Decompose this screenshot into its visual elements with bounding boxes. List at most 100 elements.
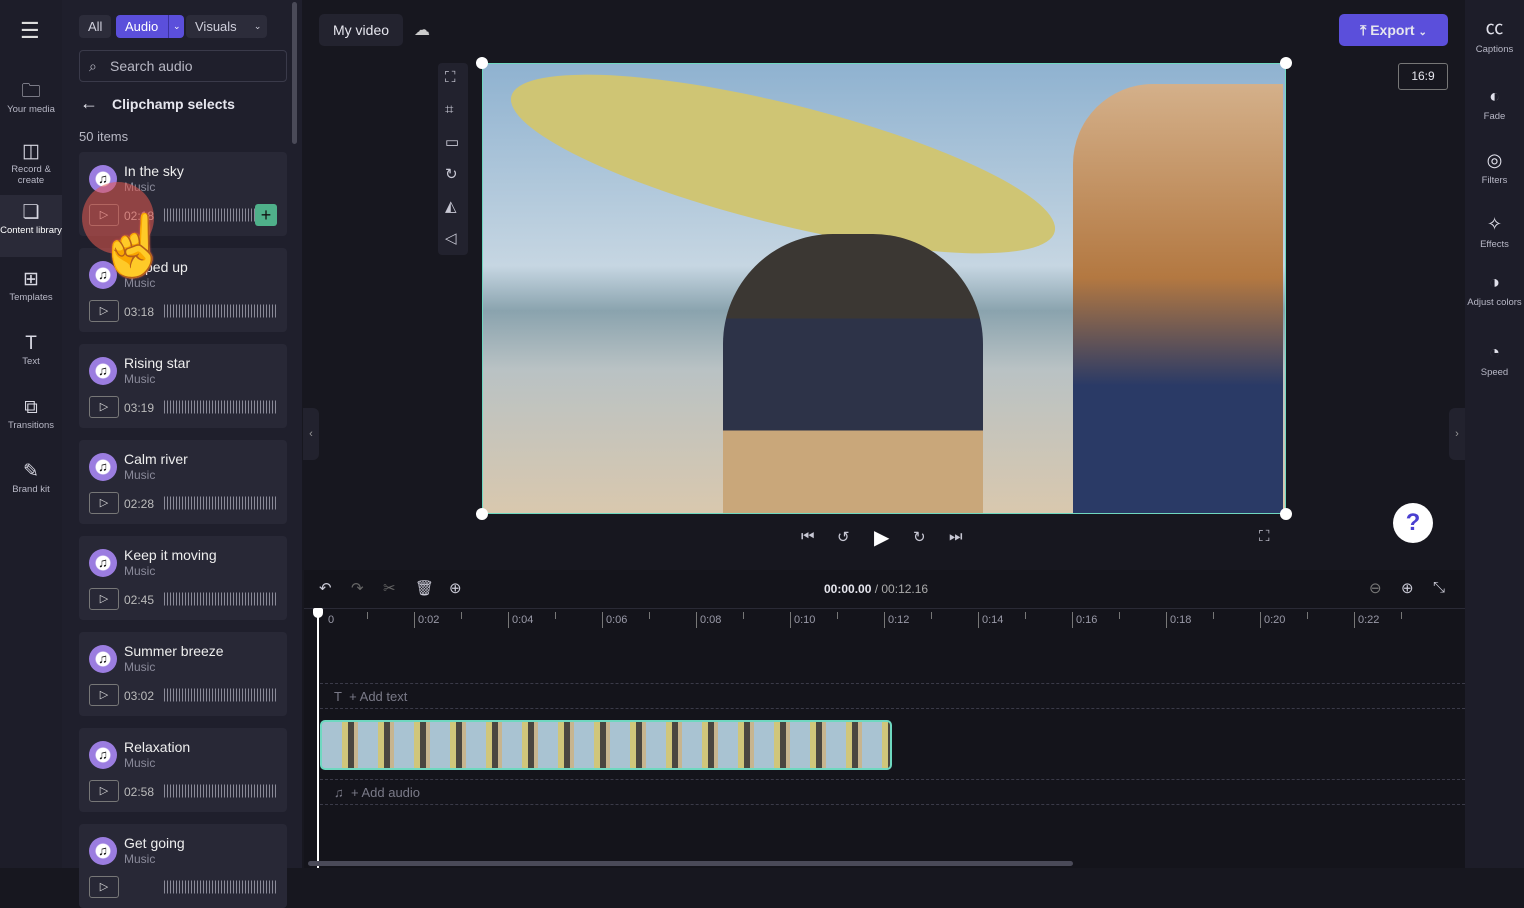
add-to-timeline-button[interactable]: + xyxy=(255,204,277,226)
music-note-icon: ♫ xyxy=(334,785,351,800)
rotate-icon[interactable]: ↻ xyxy=(445,165,458,183)
pip-icon[interactable]: ▭ xyxy=(445,133,459,151)
hand-cursor-icon: ☝ xyxy=(96,212,171,279)
play-button[interactable]: ▷ xyxy=(89,876,119,898)
ruler-minor-tick xyxy=(743,612,744,619)
project-title[interactable]: My video xyxy=(319,14,404,46)
search-input[interactable]: ⌕ Search audio xyxy=(79,50,287,82)
skip-forward-icon[interactable]: ⏭ xyxy=(949,528,963,545)
resize-handle[interactable] xyxy=(1280,57,1292,69)
scrollbar[interactable] xyxy=(292,2,297,144)
play-button[interactable]: ▷ xyxy=(89,492,119,514)
waveform xyxy=(164,492,276,514)
upload-icon: ⤒ xyxy=(1360,22,1371,38)
tool-adjust-colors[interactable]: ◑ Adjust colors xyxy=(1465,272,1524,308)
item-count: 50 items xyxy=(79,129,129,144)
chevron-down-icon[interactable]: ⌄ xyxy=(168,15,184,38)
audio-item[interactable]: ♫ Relaxation Music ▷ 02:58 xyxy=(79,728,287,812)
nav-item-content-library[interactable]: ❏ Content library xyxy=(0,195,62,257)
audio-item[interactable]: ♫ Summer breeze Music ▷ 03:02 xyxy=(79,632,287,716)
forward-5-icon[interactable]: ↻ xyxy=(913,528,926,546)
split-icon[interactable]: ✂ xyxy=(383,579,396,597)
fit-timeline-icon[interactable]: ⤡ xyxy=(1433,579,1445,596)
nav-item-record-create[interactable]: ◫ Record & create xyxy=(0,134,62,196)
play-button[interactable]: ▷ xyxy=(89,396,119,418)
add-audio: + Add audio xyxy=(350,785,421,800)
nav-item-templates[interactable]: ⊞ Templates xyxy=(0,262,62,324)
nav-item-transitions[interactable]: ⧉ Transitions xyxy=(0,390,62,452)
playhead[interactable] xyxy=(313,608,323,868)
aspect-ratio-button[interactable]: 16:9 xyxy=(1398,63,1448,90)
tool-fade[interactable]: ◐ Fade xyxy=(1465,86,1524,122)
video-preview[interactable] xyxy=(482,63,1286,514)
music-disc-icon: ♫ xyxy=(89,837,117,865)
tool-speed[interactable]: ◔ Speed xyxy=(1465,342,1524,378)
ruler-tick: 0:06 xyxy=(602,612,627,628)
nav-label: Record & create xyxy=(11,164,51,186)
filter-audio[interactable]: Audio ⌄ xyxy=(116,15,185,38)
nav-item-text[interactable]: T Text xyxy=(0,326,62,388)
audio-item[interactable]: ♫ Calm river Music ▷ 02:28 xyxy=(79,440,287,524)
waveform xyxy=(164,588,276,610)
add-media-icon[interactable]: ⊕ xyxy=(449,579,462,597)
add-text: + Add text xyxy=(349,689,408,704)
chevron-down-icon[interactable]: ⌄ xyxy=(249,15,267,38)
filter-visuals[interactable]: Visuals ⌄ xyxy=(186,15,267,38)
panel-collapse-button[interactable]: ‹ xyxy=(303,408,319,460)
ruler-tick: 0:20 xyxy=(1260,612,1285,628)
horizontal-scrollbar[interactable] xyxy=(308,861,1073,866)
undo-icon[interactable]: ↶ xyxy=(319,579,332,597)
ruler-tick: 0:08 xyxy=(696,612,721,628)
back-arrow-icon[interactable]: ← xyxy=(80,93,98,114)
resize-handle[interactable] xyxy=(1280,508,1292,520)
waveform xyxy=(164,876,276,898)
audio-item[interactable]: ♫ Rising star Music ▷ 03:19 xyxy=(79,344,287,428)
redo-icon[interactable]: ↷ xyxy=(351,579,364,597)
waveform xyxy=(164,300,276,322)
tool-captions[interactable]: ㏄ Captions xyxy=(1465,14,1524,55)
resize-handle[interactable] xyxy=(476,508,488,520)
play-button[interactable]: ▷ xyxy=(89,300,119,322)
play-button[interactable]: ▷ xyxy=(89,780,119,802)
audio-duration: 03:02 xyxy=(124,689,155,703)
play-icon[interactable]: ▶ xyxy=(874,525,889,550)
filter-all[interactable]: All xyxy=(79,15,112,38)
left-nav: ☰ 🗀 Your media ◫ Record & create ❏ Content li… xyxy=(0,0,62,868)
export-button[interactable]: ⤒ Export ⌄ xyxy=(1339,14,1448,46)
delete-icon[interactable]: 🗑 xyxy=(415,579,434,597)
skip-back-icon[interactable]: ⏮ xyxy=(801,528,815,545)
music-disc-icon: ♫ xyxy=(89,549,117,577)
audio-duration: 02:58 xyxy=(124,785,155,799)
menu-icon[interactable]: ☰ xyxy=(20,18,40,44)
zoom-in-icon[interactable]: ⊕ xyxy=(1401,579,1414,597)
search-icon: ⌕ xyxy=(89,58,97,74)
tool-filters[interactable]: ◎ Filters xyxy=(1465,150,1524,186)
content-library-icon: ❏ xyxy=(22,202,40,223)
nav-item-your-media[interactable]: 🗀 Your media xyxy=(0,74,62,136)
tool-label: Effects xyxy=(1480,239,1509,250)
fit-icon[interactable]: ⛶ xyxy=(445,69,456,86)
nav-item-brand-kit[interactable]: ✎ Brand kit xyxy=(0,454,62,516)
cloud-sync-icon[interactable]: ☁ xyxy=(414,20,430,40)
crop-icon[interactable]: ⌗ xyxy=(445,101,453,118)
flip-horizontal-icon[interactable]: ◭ xyxy=(445,197,457,215)
rewind-5-icon[interactable]: ↺ xyxy=(837,528,850,546)
help-button[interactable]: ? xyxy=(1393,503,1433,543)
zoom-out-icon[interactable]: ⊖ xyxy=(1369,579,1382,597)
filters-icon: ◎ xyxy=(1486,150,1503,170)
flip-vertical-icon[interactable]: ◁ xyxy=(445,229,457,247)
audio-item[interactable]: ♫ Keep it moving Music ▷ 02:45 xyxy=(79,536,287,620)
resize-handle[interactable] xyxy=(476,57,488,69)
video-clip[interactable] xyxy=(320,720,892,770)
audio-track[interactable]: ♫ + Add audio xyxy=(320,779,1465,805)
audio-item[interactable]: ♫ Get going Music ▷ xyxy=(79,824,287,908)
right-collapse-button[interactable]: › xyxy=(1449,408,1465,460)
play-button[interactable]: ▷ xyxy=(89,588,119,610)
fullscreen-icon[interactable]: ⛶ xyxy=(1259,528,1270,545)
filter-label: Visuals xyxy=(195,19,237,34)
text-track[interactable]: T + Add text xyxy=(320,683,1465,709)
tool-effects[interactable]: ✧ Effects xyxy=(1465,214,1524,250)
audio-duration: 03:18 xyxy=(124,305,155,319)
play-button[interactable]: ▷ xyxy=(89,684,119,706)
audio-type: Music xyxy=(124,564,156,578)
